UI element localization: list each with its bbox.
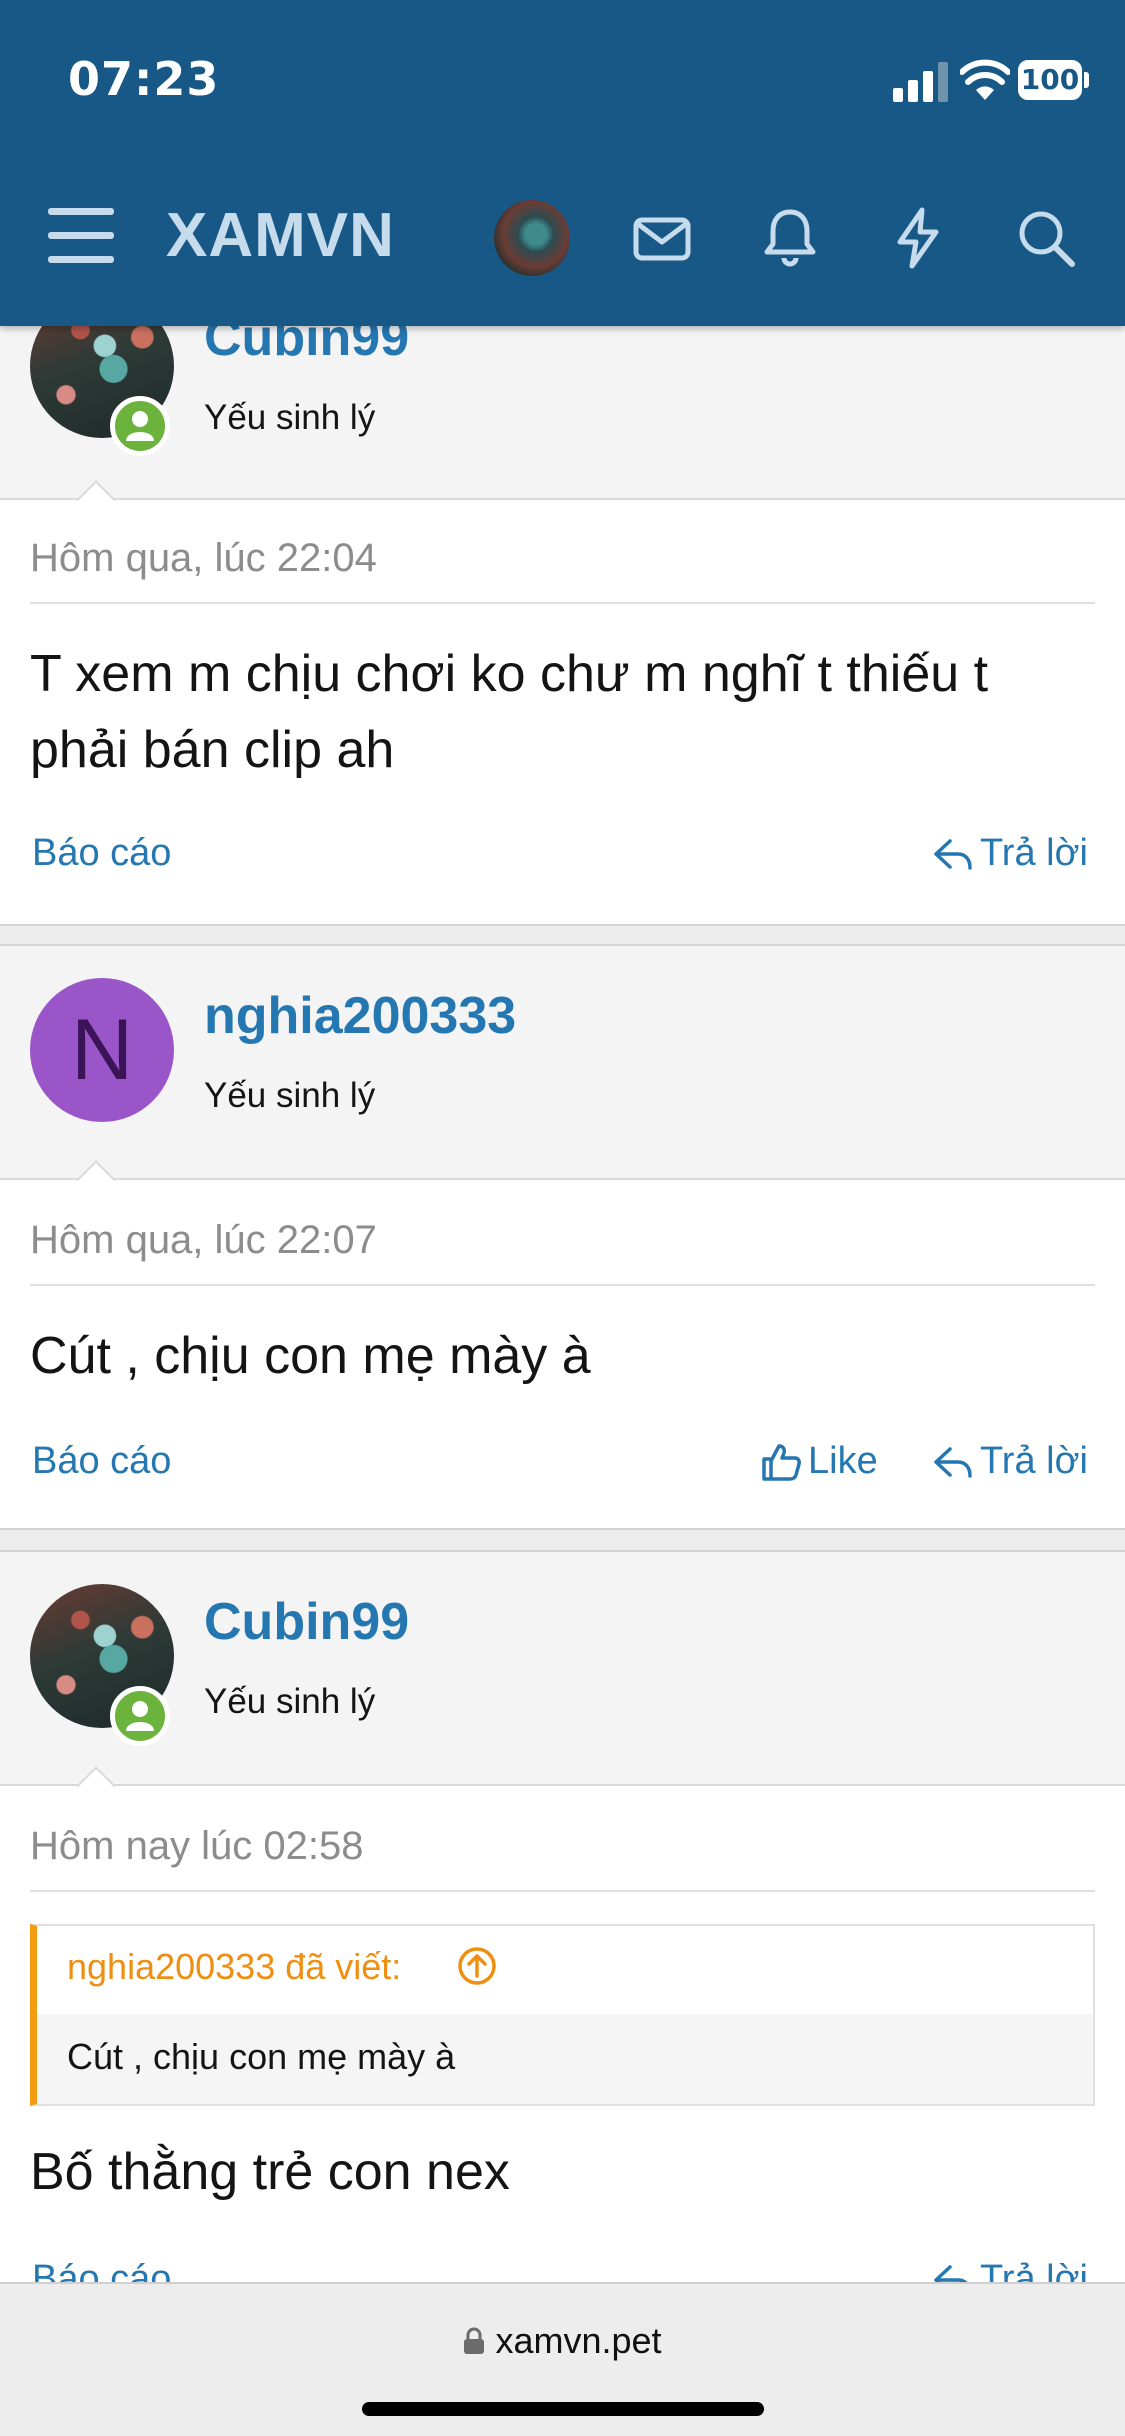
lock-icon [464, 2327, 485, 2354]
divider [30, 1890, 1095, 1892]
thumbs-up-icon [762, 1443, 801, 1481]
search-icon[interactable] [1014, 206, 1078, 270]
user-avatar[interactable]: N [30, 978, 174, 1122]
notch [76, 1766, 116, 1806]
post-user-panel: Cubin99 Yếu sinh lý [0, 1552, 1125, 1806]
app-header: 07:23 100 XAMVN [0, 0, 1125, 326]
account-avatar[interactable] [494, 200, 570, 276]
bell-icon[interactable] [758, 206, 822, 270]
reply-label: Trả lời [980, 832, 1088, 874]
battery-cap [1084, 72, 1089, 88]
post-date[interactable]: Hôm qua, lúc 22:04 [30, 536, 377, 581]
divider [30, 1284, 1095, 1286]
post-message: Cút , chịu con mẹ mày à [30, 1327, 591, 1385]
mail-icon[interactable] [630, 206, 694, 270]
post-message: T xem m chịu chơi ko chư m nghĩ t thiếu … [30, 645, 989, 779]
username[interactable]: Cubin99 [204, 1592, 409, 1652]
like-label: Like [808, 1440, 878, 1482]
divider [30, 602, 1095, 604]
quote-header[interactable]: nghia200333 đã viết: [37, 1926, 1093, 2014]
quote-author[interactable]: nghia200333 đã viết: [67, 1946, 401, 1988]
browser-address-bar: xamvn.pet [0, 2282, 1125, 2436]
report-link[interactable]: Báo cáo [32, 832, 171, 875]
battery-level: 100 [1020, 63, 1080, 96]
report-link[interactable]: Báo cáo [32, 1440, 171, 1483]
like-button[interactable]: Like [760, 1440, 878, 1483]
reply-icon [934, 1446, 972, 1478]
quote-block: nghia200333 đã viết: Cút , chịu con mẹ m… [30, 1924, 1095, 2106]
status-time: 07:23 [68, 52, 220, 106]
wifi-icon [960, 59, 1010, 100]
online-indicator-icon [110, 396, 170, 456]
report-label: Báo cáo [32, 1440, 172, 1482]
post-user-panel: N nghia200333 Yếu sinh lý [0, 946, 1125, 1200]
url-field[interactable]: xamvn.pet [0, 2320, 1125, 2362]
notch [76, 480, 116, 520]
reply-icon [934, 838, 972, 870]
reply-button[interactable]: Trả lời [932, 832, 1088, 875]
lightning-icon[interactable] [886, 206, 950, 270]
battery-icon: 100 [1018, 58, 1090, 102]
notch [76, 1160, 116, 1200]
user-title: Yếu sinh lý [204, 1682, 376, 1721]
menu-icon[interactable] [48, 208, 114, 264]
online-indicator-icon [110, 1686, 170, 1746]
post: N nghia200333 Yếu sinh lý Hôm qua, lúc 2… [0, 944, 1125, 1530]
post: Cubin99 Yếu sinh lý Hôm nay lúc 02:58 ng… [0, 1550, 1125, 2350]
report-label: Báo cáo [32, 832, 172, 874]
cellular-signal-icon [893, 62, 948, 102]
reply-button[interactable]: Trả lời [932, 1440, 1088, 1483]
user-title: Yếu sinh lý [204, 398, 376, 437]
site-logo[interactable]: XAMVN [166, 200, 395, 271]
post-date[interactable]: Hôm nay lúc 02:58 [30, 1824, 364, 1869]
url-text: xamvn.pet [495, 2320, 662, 2361]
post-message: Bố thằng trẻ con nex [30, 2143, 510, 2201]
arrow-up-circle-icon[interactable] [457, 1946, 497, 1986]
post: Cubin99 Yếu sinh lý Hôm qua, lúc 22:04 T… [0, 276, 1125, 926]
quote-body: Cút , chịu con mẹ mày à [37, 2014, 1093, 2104]
home-indicator[interactable] [362, 2402, 764, 2416]
reply-label: Trả lời [980, 1440, 1088, 1482]
quote-text: Cút , chịu con mẹ mày à [67, 2036, 456, 2077]
post-date[interactable]: Hôm qua, lúc 22:07 [30, 1218, 377, 1263]
username[interactable]: nghia200333 [204, 986, 516, 1046]
user-title: Yếu sinh lý [204, 1076, 376, 1115]
